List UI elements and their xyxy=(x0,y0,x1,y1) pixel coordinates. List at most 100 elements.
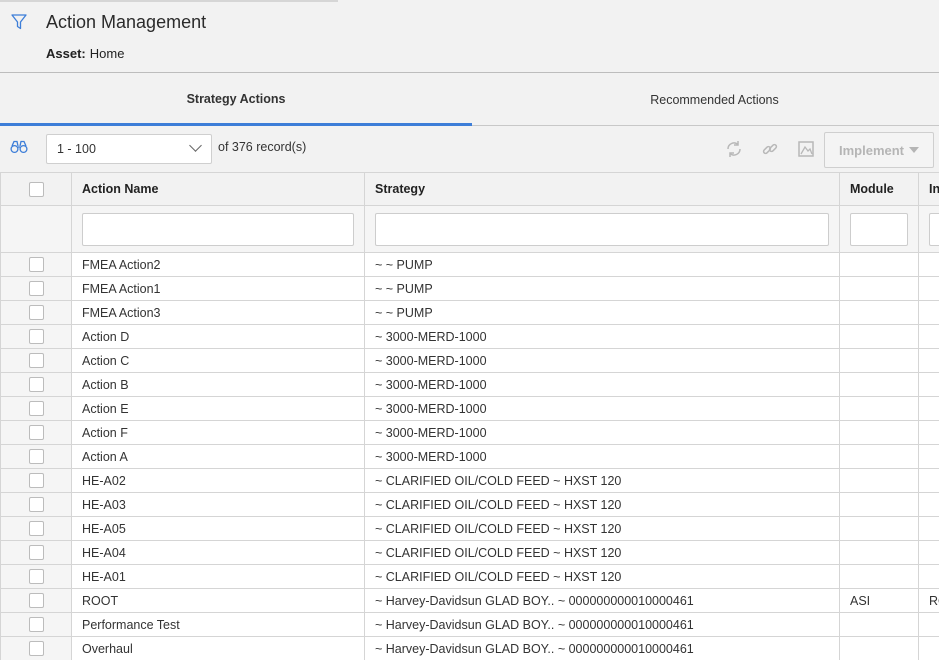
action-name-filter-input[interactable] xyxy=(82,212,354,246)
table-row[interactable]: FMEA Action1 ~ ~ PUMP xyxy=(0,276,939,301)
cell-action-name: Performance Test xyxy=(71,612,365,637)
cell-in[interactable] xyxy=(918,372,939,397)
cell-in[interactable] xyxy=(918,636,939,660)
table-row[interactable]: Action E ~ 3000-MERD-1000 xyxy=(0,396,939,421)
image-icon[interactable] xyxy=(796,139,816,159)
cell-strategy[interactable]: ~ 3000-MERD-1000 xyxy=(364,396,840,421)
table-row[interactable]: FMEA Action3 ~ ~ PUMP xyxy=(0,300,939,325)
row-checkbox[interactable] xyxy=(28,593,44,609)
module-filter-input[interactable] xyxy=(850,212,908,246)
table-row[interactable]: Action A ~ 3000-MERD-1000 xyxy=(0,444,939,469)
cell-strategy[interactable]: ~ Harvey-Davidsun GLAD BOY.. ~ 000000000… xyxy=(364,636,840,660)
row-checkbox[interactable] xyxy=(28,401,44,417)
table-row[interactable]: HE-A01 ~ CLARIFIED OIL/COLD FEED ~ HXST 1… xyxy=(0,564,939,589)
cell-strategy[interactable]: ~ 3000-MERD-1000 xyxy=(364,324,840,349)
cell-in[interactable] xyxy=(918,444,939,469)
cell-module xyxy=(839,276,919,301)
page-range-value: 1 - 100 xyxy=(57,142,96,156)
table-row[interactable]: HE-A02 ~ CLARIFIED OIL/COLD FEED ~ HXST 1… xyxy=(0,468,939,493)
in-filter-input[interactable] xyxy=(929,212,939,246)
table-row[interactable]: Performance Test ~ Harvey-Davidsun GLAD B… xyxy=(0,612,939,637)
table-row[interactable]: Action C ~ 3000-MERD-1000 xyxy=(0,348,939,373)
table-row[interactable]: Action F ~ 3000-MERD-1000 xyxy=(0,420,939,445)
table-row[interactable]: Action B ~ 3000-MERD-1000 xyxy=(0,372,939,397)
cell-in[interactable] xyxy=(918,468,939,493)
cell-in[interactable]: RO xyxy=(918,588,939,613)
row-checkbox[interactable] xyxy=(28,449,44,465)
row-checkbox[interactable] xyxy=(28,497,44,513)
table-row[interactable]: Action D ~ 3000-MERD-1000 xyxy=(0,324,939,349)
tab-recommended-actions[interactable]: Recommended Actions xyxy=(472,74,939,126)
column-header-in[interactable]: In xyxy=(918,172,939,206)
row-checkbox[interactable] xyxy=(28,329,44,345)
cell-strategy[interactable]: ~ 3000-MERD-1000 xyxy=(364,420,840,445)
select-all-cell xyxy=(0,172,72,206)
cell-strategy[interactable]: ~ CLARIFIED OIL/COLD FEED ~ HXST 120 xyxy=(364,564,840,589)
cell-in[interactable] xyxy=(918,492,939,517)
page-range-select[interactable]: 1 - 100 xyxy=(46,134,212,164)
cell-strategy[interactable]: ~ ~ PUMP xyxy=(364,300,840,325)
row-select-cell xyxy=(0,300,72,325)
row-checkbox[interactable] xyxy=(28,425,44,441)
row-checkbox[interactable] xyxy=(28,281,44,297)
cell-strategy[interactable]: ~ Harvey-Davidsun GLAD BOY.. ~ 000000000… xyxy=(364,588,840,613)
column-header-strategy[interactable]: Strategy xyxy=(364,172,840,206)
cell-in[interactable] xyxy=(918,612,939,637)
row-checkbox[interactable] xyxy=(28,377,44,393)
table-row[interactable]: HE-A03 ~ CLARIFIED OIL/COLD FEED ~ HXST 1… xyxy=(0,492,939,517)
binoculars-icon[interactable] xyxy=(10,140,28,154)
column-header-module[interactable]: Module xyxy=(839,172,919,206)
row-checkbox[interactable] xyxy=(28,257,44,273)
row-select-cell xyxy=(0,276,72,301)
cell-module xyxy=(839,444,919,469)
table-row[interactable]: HE-A04 ~ CLARIFIED OIL/COLD FEED ~ HXST 1… xyxy=(0,540,939,565)
cell-strategy[interactable]: ~ 3000-MERD-1000 xyxy=(364,444,840,469)
cell-strategy[interactable]: ~ ~ PUMP xyxy=(364,276,840,301)
row-checkbox[interactable] xyxy=(28,641,44,657)
row-checkbox[interactable] xyxy=(28,305,44,321)
cell-strategy[interactable]: ~ ~ PUMP xyxy=(364,252,840,277)
select-all-checkbox[interactable] xyxy=(28,181,44,197)
cell-in[interactable] xyxy=(918,276,939,301)
table-row[interactable]: ROOT ~ Harvey-Davidsun GLAD BOY.. ~ 00000… xyxy=(0,588,939,613)
cell-in[interactable] xyxy=(918,252,939,277)
cell-strategy[interactable]: ~ Harvey-Davidsun GLAD BOY.. ~ 000000000… xyxy=(364,612,840,637)
row-checkbox[interactable] xyxy=(28,473,44,489)
cell-strategy[interactable]: ~ CLARIFIED OIL/COLD FEED ~ HXST 120 xyxy=(364,516,840,541)
cell-strategy[interactable]: ~ CLARIFIED OIL/COLD FEED ~ HXST 120 xyxy=(364,468,840,493)
filter-cell-action-name xyxy=(71,205,365,253)
row-checkbox[interactable] xyxy=(28,353,44,369)
cell-in[interactable] xyxy=(918,300,939,325)
cell-in[interactable] xyxy=(918,420,939,445)
table-row[interactable]: HE-A05 ~ CLARIFIED OIL/COLD FEED ~ HXST 1… xyxy=(0,516,939,541)
cell-in[interactable] xyxy=(918,516,939,541)
row-checkbox[interactable] xyxy=(28,617,44,633)
asset-label: Asset: xyxy=(46,46,86,61)
cell-in[interactable] xyxy=(918,396,939,421)
cell-in[interactable] xyxy=(918,540,939,565)
implement-button[interactable]: Implement xyxy=(824,132,934,168)
strategy-filter-input[interactable] xyxy=(375,212,829,246)
filter-icon[interactable] xyxy=(10,13,28,31)
row-checkbox[interactable] xyxy=(28,545,44,561)
cell-strategy[interactable]: ~ 3000-MERD-1000 xyxy=(364,348,840,373)
column-header-action-name[interactable]: Action Name xyxy=(71,172,365,206)
cell-module xyxy=(839,372,919,397)
link-icon[interactable] xyxy=(760,139,780,159)
row-checkbox[interactable] xyxy=(28,569,44,585)
refresh-icon[interactable] xyxy=(724,139,744,159)
cell-module xyxy=(839,492,919,517)
table-row[interactable]: FMEA Action2 ~ ~ PUMP xyxy=(0,252,939,277)
table-row[interactable]: Overhaul ~ Harvey-Davidsun GLAD BOY.. ~ 0… xyxy=(0,636,939,660)
cell-module xyxy=(839,516,919,541)
cell-strategy[interactable]: ~ CLARIFIED OIL/COLD FEED ~ HXST 120 xyxy=(364,540,840,565)
cell-action-name: HE-A01 xyxy=(71,564,365,589)
cell-in[interactable] xyxy=(918,564,939,589)
cell-in[interactable] xyxy=(918,324,939,349)
cell-strategy[interactable]: ~ 3000-MERD-1000 xyxy=(364,372,840,397)
cell-strategy[interactable]: ~ CLARIFIED OIL/COLD FEED ~ HXST 120 xyxy=(364,492,840,517)
cell-in[interactable] xyxy=(918,348,939,373)
row-checkbox[interactable] xyxy=(28,521,44,537)
tab-strategy-actions[interactable]: Strategy Actions xyxy=(0,74,472,126)
cell-action-name: FMEA Action2 xyxy=(71,252,365,277)
